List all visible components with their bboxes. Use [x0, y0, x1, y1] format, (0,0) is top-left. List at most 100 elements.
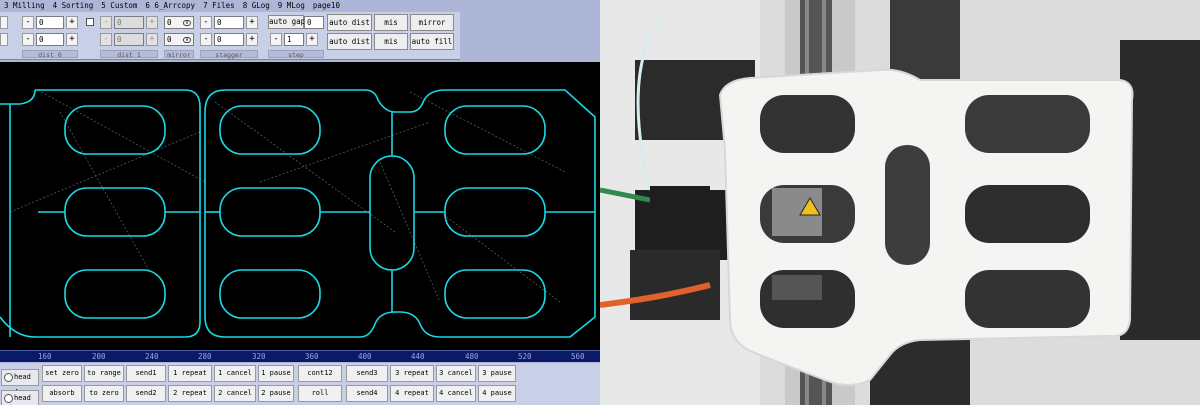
send3-button[interactable]: send3 [346, 365, 388, 382]
mirror-select-value-1: 0 [167, 18, 172, 27]
ruler-tick: 480 [465, 352, 479, 361]
mirror-select-1[interactable]: 0 v [164, 16, 194, 29]
dist1-minus-button-2[interactable]: - [100, 33, 112, 46]
tab-milling[interactable]: 3 Milling [0, 0, 49, 12]
ruler-tick: 240 [145, 352, 159, 361]
slot-l2 [64, 187, 166, 237]
tab-custom[interactable]: 5 Custom [97, 0, 141, 12]
tab-sorting[interactable]: 4 Sorting [49, 0, 98, 12]
repeat1-button[interactable]: 1 repeat [168, 365, 212, 382]
set-zero-button[interactable]: set zero [42, 365, 82, 382]
arrcopy-controls-panel: - 0 + - 0 + 0 v - 0 + auto gap 0 auto di… [0, 12, 460, 60]
stagger-plus-button-2[interactable]: + [246, 33, 258, 46]
to-range-button[interactable]: to range [84, 365, 124, 382]
dist0-minus-button-1[interactable]: - [22, 16, 34, 29]
outer-contour-left [0, 89, 201, 338]
dist0-input-1[interactable]: 0 [36, 16, 64, 29]
ruler-tick: 360 [305, 352, 319, 361]
outer-contour-middle [204, 89, 596, 338]
slot-r1 [444, 105, 546, 155]
dist1-plus-button-2[interactable]: + [146, 33, 158, 46]
row1-left-edge-button[interactable] [0, 16, 8, 29]
dist0-input-2[interactable]: 0 [36, 33, 64, 46]
dist0-plus-button-2[interactable]: + [66, 33, 78, 46]
pause1-button[interactable]: 1 pause [258, 365, 294, 382]
stagger-input-1[interactable]: 0 [214, 16, 244, 29]
head4-radio[interactable]: head 4 [1, 369, 39, 396]
pause3-button[interactable]: 3 pause [478, 365, 516, 382]
stagger-input-2[interactable]: 0 [214, 33, 244, 46]
dist1-plus-button-1[interactable]: + [146, 16, 158, 29]
slot-r3 [444, 269, 546, 319]
send1-button[interactable]: send1 [126, 365, 166, 382]
pause4-button[interactable]: 4 pause [478, 385, 516, 402]
to-zero-button[interactable]: to zero [84, 385, 124, 402]
chevron-down-icon: v [183, 20, 191, 26]
cnc-app-window: 3 Milling 4 Sorting 5 Custom 6 6_Arrcopy… [0, 0, 600, 405]
ruler-tick: 440 [411, 352, 425, 361]
auto-fill-button[interactable]: auto fill [410, 33, 454, 50]
cancel4-button[interactable]: 4 cancel [436, 385, 476, 402]
mis-button-2[interactable]: mis [374, 33, 408, 50]
group-label-dist1: dist 1 [100, 50, 158, 59]
auto-gap-button[interactable]: auto gap [268, 15, 305, 29]
repeat3-button[interactable]: 3 repeat [390, 365, 434, 382]
slot-l1 [64, 105, 166, 155]
auto-dist-button-2[interactable]: auto dist [327, 33, 372, 50]
stagger-minus-button-1[interactable]: - [200, 16, 212, 29]
ruler-tick: 400 [358, 352, 372, 361]
machine-photo [600, 0, 1200, 405]
x-ruler: 160 200 240 280 320 360 400 440 480 520 … [0, 350, 600, 362]
tab-files[interactable]: 7 Files [199, 0, 239, 12]
step-input[interactable]: 1 [284, 33, 304, 46]
repeat2-button[interactable]: 2 repeat [168, 385, 212, 402]
step-minus-button[interactable]: - [270, 33, 282, 46]
head-control-panel: head 4 head 3 set zero to range send1 1 … [0, 363, 600, 405]
auto-dist-button-1[interactable]: auto dist [327, 14, 372, 31]
cancel1-button[interactable]: 1 cancel [214, 365, 256, 382]
stagger-plus-button-1[interactable]: + [246, 16, 258, 29]
toolpath-drawing [0, 89, 596, 338]
cont12-button[interactable]: cont12 [298, 365, 342, 382]
slot-m1 [219, 105, 321, 155]
absorb-button[interactable]: absorb [42, 385, 82, 402]
tab-glog[interactable]: 8 GLog [239, 0, 274, 12]
ruler-tick: 560 [571, 352, 585, 361]
head3-radio[interactable]: head 3 [1, 390, 39, 405]
row2-left-edge-button[interactable] [0, 33, 8, 46]
send2-button[interactable]: send2 [126, 385, 166, 402]
ruler-tick: 160 [38, 352, 52, 361]
mirror-button[interactable]: mirror [410, 14, 454, 31]
dist1-minus-button-1[interactable]: - [100, 16, 112, 29]
tab-strip: 3 Milling 4 Sorting 5 Custom 6 6_Arrcopy… [0, 0, 360, 12]
toolpath-canvas[interactable] [0, 62, 600, 350]
step-plus-button[interactable]: + [306, 33, 318, 46]
group-label-step: step [268, 50, 324, 59]
auto-gap-input[interactable]: 0 [304, 16, 324, 29]
dist1-input-2[interactable]: 0 [114, 33, 144, 46]
ruler-tick: 320 [252, 352, 266, 361]
radio-icon [4, 394, 13, 403]
group-label-dist0: dist 0 [22, 50, 78, 59]
stagger-minus-button-2[interactable]: - [200, 33, 212, 46]
cut-paths [0, 89, 596, 338]
roll-button[interactable]: roll [298, 385, 342, 402]
send4-button[interactable]: send4 [346, 385, 388, 402]
tab-arrcopy[interactable]: 6 6_Arrcopy [141, 0, 199, 12]
pause2-button[interactable]: 2 pause [258, 385, 294, 402]
repeat4-button[interactable]: 4 repeat [390, 385, 434, 402]
dist1-input-1[interactable]: 0 [114, 16, 144, 29]
dist0-plus-button-1[interactable]: + [66, 16, 78, 29]
mirror-select-2[interactable]: 0 v [164, 33, 194, 46]
mirror-select-value-2: 0 [167, 35, 172, 44]
mis-button-1[interactable]: mis [374, 14, 408, 31]
dist0-minus-button-2[interactable]: - [22, 33, 34, 46]
cancel3-button[interactable]: 3 cancel [436, 365, 476, 382]
group-label-stagger: stagger [200, 50, 258, 59]
cancel2-button[interactable]: 2 cancel [214, 385, 256, 402]
group-label-mirror: mirror [164, 50, 194, 59]
tab-page10[interactable]: page10 [309, 0, 344, 12]
tab-mlog[interactable]: 9 MLog [274, 0, 309, 12]
dist1-enable-checkbox-1[interactable] [86, 18, 94, 26]
head3-radio-label: head 3 [14, 394, 31, 402]
